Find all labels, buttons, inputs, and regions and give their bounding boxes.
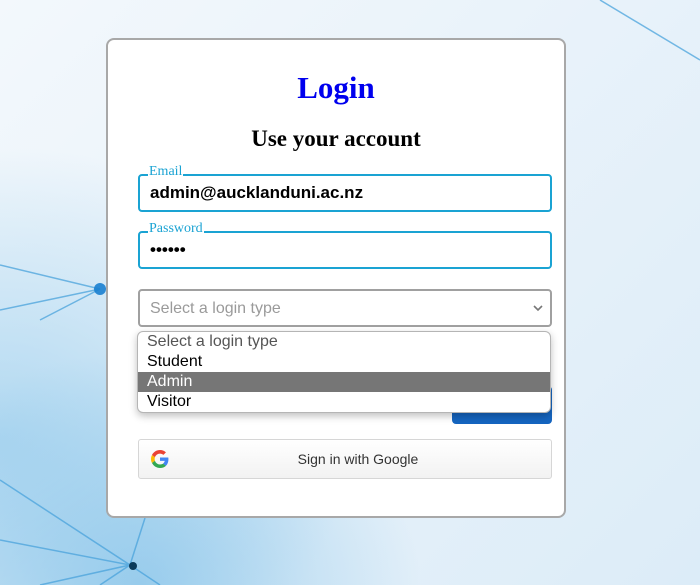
login-type-dropdown-list: Select a login type Student Admin Visito… (137, 331, 551, 413)
login-card: Login Use your account Email admin@auckl… (106, 38, 566, 518)
login-type-option-visitor[interactable]: Visitor (138, 392, 550, 412)
google-signin-label: Sign in with Google (297, 451, 419, 467)
password-field[interactable]: Password •••••• (138, 222, 552, 269)
page-subtitle: Use your account (251, 126, 421, 151)
login-type-select[interactable]: Select a login type (138, 289, 552, 327)
page-title: Login (297, 70, 375, 105)
login-type-option-student[interactable]: Student (138, 352, 550, 372)
chevron-down-icon (533, 305, 543, 312)
email-label: Email (148, 164, 184, 179)
google-signin-button[interactable]: Sign in with Google (138, 439, 552, 479)
password-value: •••••• (150, 240, 186, 259)
email-field[interactable]: Email admin@aucklanduni.ac.nz (138, 165, 552, 212)
password-label: Password (148, 221, 204, 236)
login-type-select-value: Select a login type (150, 300, 281, 317)
login-type-option-placeholder[interactable]: Select a login type (138, 332, 550, 352)
email-value: admin@aucklanduni.ac.nz (150, 183, 364, 202)
login-type-option-admin[interactable]: Admin (138, 372, 550, 392)
